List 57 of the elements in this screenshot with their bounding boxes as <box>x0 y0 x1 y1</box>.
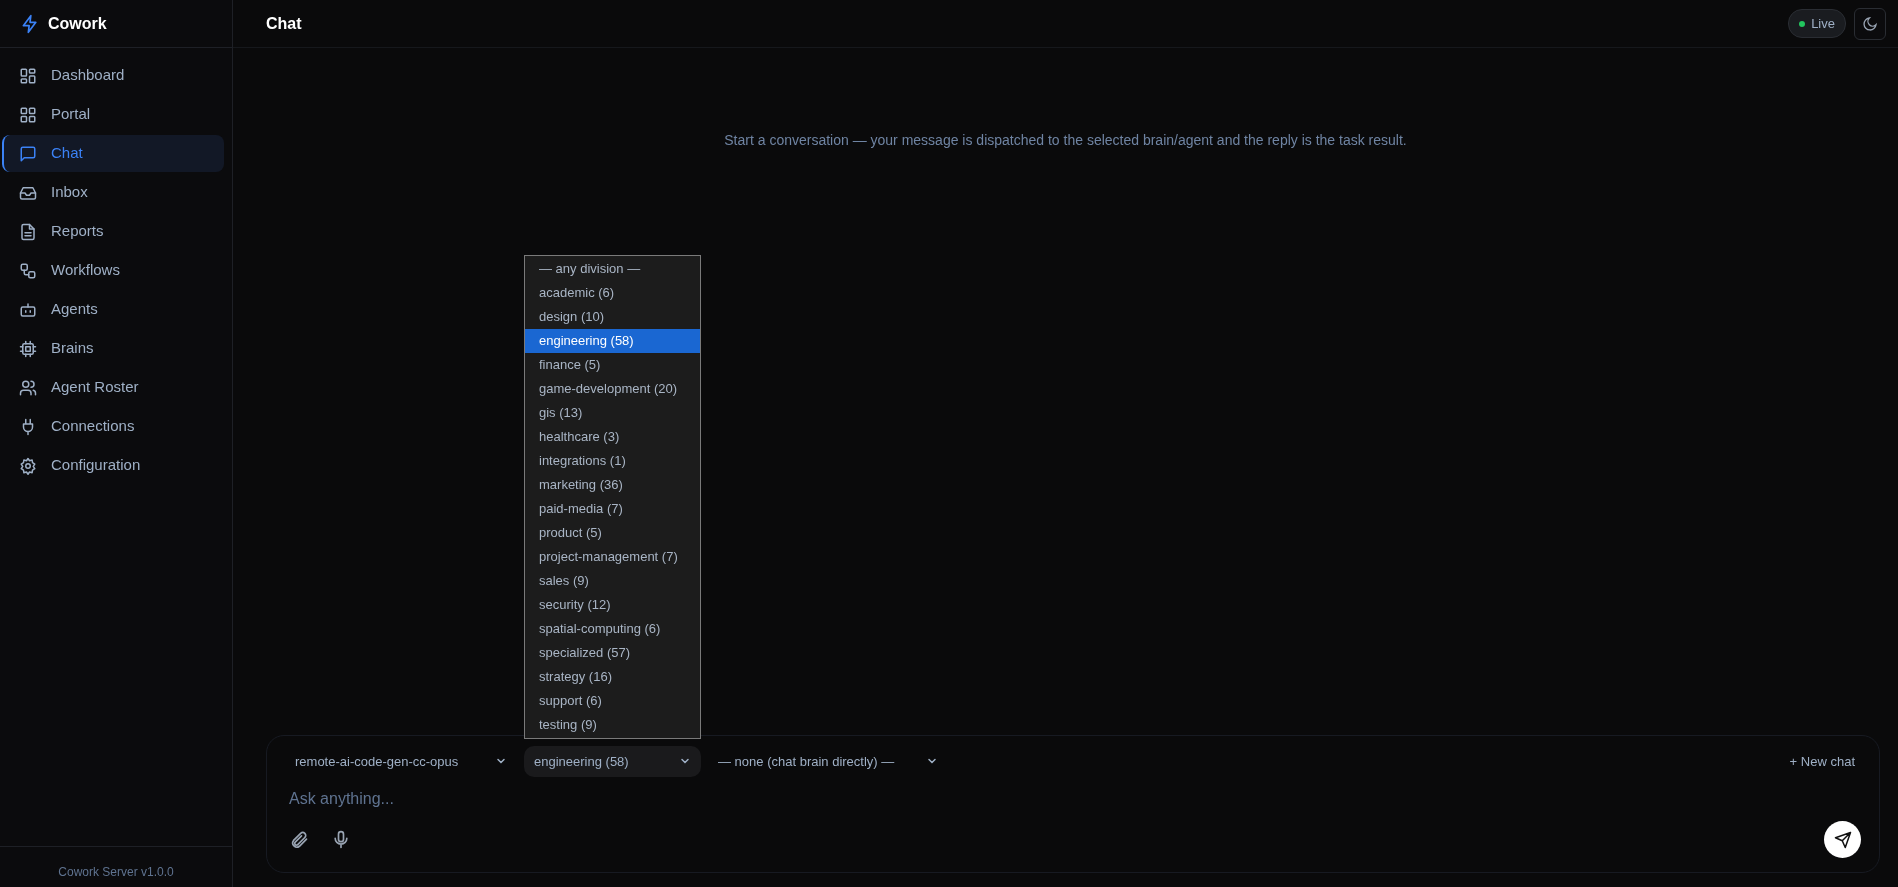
dropdown-option[interactable]: spatial-computing (6) <box>525 617 700 641</box>
send-button[interactable] <box>1824 821 1861 858</box>
microphone-icon <box>331 830 351 851</box>
send-icon <box>1833 830 1852 849</box>
sidebar-item[interactable]: Reports <box>2 213 224 250</box>
new-chat-button[interactable]: + New chat <box>1783 750 1861 772</box>
workflow-icon <box>19 261 37 280</box>
sidebar-item[interactable]: Connections <box>2 408 224 445</box>
grid-icon <box>19 105 37 124</box>
sidebar-item[interactable]: Chat <box>2 135 224 172</box>
dropdown-option[interactable]: testing (9) <box>525 713 700 737</box>
dropdown-option[interactable]: — any division — <box>525 257 700 281</box>
sidebar-item[interactable]: Dashboard <box>2 57 224 94</box>
dropdown-option[interactable]: finance (5) <box>525 353 700 377</box>
moon-icon <box>1862 15 1878 32</box>
gear-icon <box>19 456 37 475</box>
brain-select[interactable]: remote-ai-code-gen-cc-opus <box>285 745 517 777</box>
dropdown-option[interactable]: academic (6) <box>525 281 700 305</box>
sidebar-item[interactable]: Agents <box>2 291 224 328</box>
dropdown-option[interactable]: integrations (1) <box>525 449 700 473</box>
chat-bubble-icon <box>19 144 37 163</box>
sidebar-item[interactable]: Workflows <box>2 252 224 289</box>
dropdown-option[interactable]: project-management (7) <box>525 545 700 569</box>
version-text: Cowork Server v1.0.0 <box>58 865 174 879</box>
chip-icon <box>19 339 37 358</box>
dropdown-option[interactable]: strategy (16) <box>525 665 700 689</box>
dropdown-option[interactable]: sales (9) <box>525 569 700 593</box>
page-title: Chat <box>266 13 302 34</box>
live-status-badge: Live <box>1788 8 1846 39</box>
message-input[interactable]: Ask anything... <box>285 777 1861 821</box>
dropdown-option[interactable]: engineering (58) <box>525 329 700 353</box>
theme-toggle-button[interactable] <box>1854 7 1886 40</box>
sidebar-item[interactable]: Agent Roster <box>2 369 224 406</box>
brand-name: Cowork <box>48 13 107 34</box>
sidebar-item[interactable]: Brains <box>2 330 224 367</box>
grid-icon <box>19 66 37 85</box>
lightning-icon <box>20 13 40 34</box>
dropdown-option[interactable]: product (5) <box>525 521 700 545</box>
sidebar-item[interactable]: Inbox <box>2 174 224 211</box>
division-select[interactable]: engineering (58) <box>524 745 701 777</box>
dropdown-option[interactable]: security (12) <box>525 593 700 617</box>
sidebar-item[interactable]: Portal <box>2 96 224 133</box>
dropdown-option[interactable]: design (10) <box>525 305 700 329</box>
agent-select[interactable]: — none (chat brain directly) — <box>708 745 948 777</box>
dropdown-option[interactable]: paid-media (7) <box>525 497 700 521</box>
dropdown-option[interactable]: specialized (57) <box>525 641 700 665</box>
dropdown-option[interactable]: gis (13) <box>525 401 700 425</box>
robot-icon <box>19 300 37 319</box>
document-icon <box>19 222 37 241</box>
sidebar-item[interactable]: Configuration <box>2 447 224 484</box>
dropdown-option[interactable]: healthcare (3) <box>525 425 700 449</box>
dropdown-option[interactable]: marketing (36) <box>525 473 700 497</box>
dropdown-option[interactable]: support (6) <box>525 689 700 713</box>
users-icon <box>19 378 37 397</box>
dropdown-option[interactable]: game-development (20) <box>525 377 700 401</box>
empty-state-message: Start a conversation — your message is dispatched to the selected brain/agent and the reply is the task result. <box>724 132 1407 148</box>
paperclip-icon <box>289 830 309 851</box>
